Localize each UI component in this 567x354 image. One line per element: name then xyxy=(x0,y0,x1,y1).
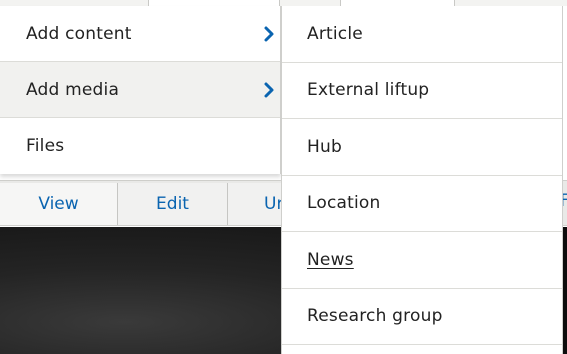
submenu-item-label: External liftup xyxy=(307,80,430,101)
menu-item-files[interactable]: Files xyxy=(0,118,280,174)
submenu-item-label: Hub xyxy=(307,136,342,157)
submenu-item-article[interactable]: Article xyxy=(282,6,562,63)
submenu-item-hub[interactable]: Hub xyxy=(282,119,562,176)
submenu-item-label: Research group xyxy=(307,306,443,327)
add-content-submenu: Article External liftup Hub Location New… xyxy=(281,6,563,354)
tab-view[interactable]: View xyxy=(0,183,118,225)
tab-edit[interactable]: Edit xyxy=(118,183,228,225)
submenu-item-external-liftup[interactable]: External liftup xyxy=(282,63,562,119)
chevron-right-icon xyxy=(264,26,274,41)
admin-dropdown-menu: Add content Add media Files xyxy=(0,6,281,174)
submenu-item-partial[interactable] xyxy=(282,345,562,354)
admin-page: View Edit Ur F Add content Add media Fil… xyxy=(0,0,567,354)
submenu-item-label: Article xyxy=(307,23,363,44)
menu-item-add-content[interactable]: Add content xyxy=(0,6,280,62)
chevron-right-icon xyxy=(264,82,274,97)
menu-item-label: Add content xyxy=(26,23,132,44)
menu-item-label: Add media xyxy=(26,79,120,100)
menu-item-add-media[interactable]: Add media xyxy=(0,62,280,118)
submenu-item-label: Location xyxy=(307,193,381,214)
submenu-item-label: News xyxy=(307,249,354,270)
menu-item-label: Files xyxy=(26,136,65,156)
submenu-item-research-group[interactable]: Research group xyxy=(282,289,562,345)
submenu-item-news[interactable]: News xyxy=(282,232,562,289)
submenu-item-location[interactable]: Location xyxy=(282,176,562,232)
